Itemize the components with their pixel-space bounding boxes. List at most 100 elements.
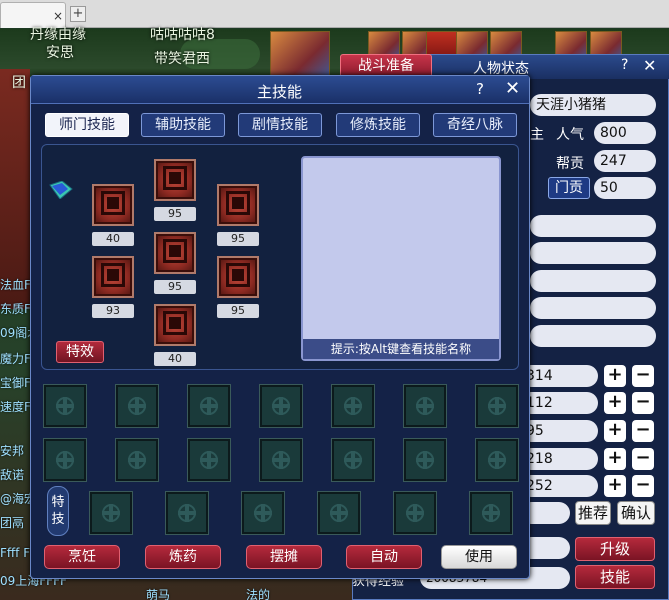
skill-slot[interactable] [115, 438, 159, 482]
tab-story-skills[interactable]: 剧情技能 [238, 113, 322, 137]
status-field [530, 325, 656, 347]
skill-icon[interactable] [92, 184, 134, 226]
skill-level: 95 [217, 304, 259, 318]
special-skill-slot[interactable] [469, 491, 513, 535]
contribution-value: 247 [594, 150, 656, 172]
skill-slot[interactable] [43, 438, 87, 482]
skill-icon[interactable] [92, 256, 134, 298]
attribute-plus-button[interactable]: + [604, 365, 626, 387]
status-field [530, 270, 656, 292]
tab-close-icon[interactable]: × [53, 9, 63, 23]
player-name-top: 团 [12, 75, 26, 91]
skill-slot[interactable] [115, 384, 159, 428]
special-skill-label: 特技 [47, 486, 69, 536]
player-name-top: 丹缘由缘 [30, 27, 86, 43]
skills-button[interactable]: 技能 [575, 565, 655, 589]
skill-icon[interactable] [154, 159, 196, 201]
main-skill-dialog: 主技能 ? ✕ 师门技能 辅助技能 剧情技能 修炼技能 奇经八脉 95 40 9… [30, 75, 530, 579]
special-skill-slot[interactable] [393, 491, 437, 535]
browser-tab-bar: × + [0, 0, 669, 28]
popularity-value: 800 [594, 122, 656, 144]
skill-icon[interactable] [217, 184, 259, 226]
skill-slot[interactable] [331, 438, 375, 482]
special-skill-slot[interactable] [241, 491, 285, 535]
skill-slot[interactable] [43, 384, 87, 428]
new-tab-button[interactable]: + [70, 6, 86, 22]
tab-meridians[interactable]: 奇经八脉 [433, 113, 517, 137]
skill-level: 40 [92, 232, 134, 246]
skill-description-box: 提示:按Alt键查看技能名称 [301, 156, 501, 361]
special-skill-slot[interactable] [317, 491, 361, 535]
dialog-title-bar[interactable]: 主技能 ? ✕ [31, 76, 529, 104]
gem-icon[interactable] [48, 181, 74, 199]
recommend-button[interactable]: 推荐 [575, 501, 611, 525]
close-icon[interactable]: ✕ [643, 56, 656, 75]
use-button[interactable]: 使用 [441, 545, 517, 569]
contribution-label: 帮贡 [556, 156, 584, 172]
scene-left-column [0, 69, 30, 309]
popularity-label: 人气 [556, 127, 584, 143]
attribute-minus-button[interactable]: − [632, 475, 654, 497]
help-icon[interactable]: ? [476, 80, 484, 98]
skill-hint-text: 提示:按Alt键查看技能名称 [303, 339, 499, 359]
character-name-field: 天涯小猪猪 [530, 94, 656, 116]
close-icon[interactable]: ✕ [505, 78, 520, 99]
skill-slot[interactable] [331, 384, 375, 428]
attribute-minus-button[interactable]: − [632, 365, 654, 387]
chat-text: 安邦 [0, 444, 25, 458]
skill-slot[interactable] [187, 438, 231, 482]
skill-slot[interactable] [259, 438, 303, 482]
stall-button[interactable]: 摆摊 [246, 545, 322, 569]
auto-button[interactable]: 自动 [346, 545, 422, 569]
tab-support-skills[interactable]: 辅助技能 [141, 113, 225, 137]
attribute-minus-button[interactable]: − [632, 448, 654, 470]
attribute-value: 252 [520, 475, 598, 497]
skill-level: 95 [154, 280, 196, 294]
skill-slot[interactable] [403, 384, 447, 428]
status-field [530, 297, 656, 319]
alchemy-button[interactable]: 炼药 [145, 545, 221, 569]
confirm-button[interactable]: 确认 [617, 501, 655, 525]
help-icon[interactable]: ? [621, 57, 628, 73]
player-name-top: 带笑君西 [154, 51, 210, 67]
sect-contribution-value: 50 [594, 177, 656, 199]
attribute-plus-button[interactable]: + [604, 448, 626, 470]
skill-slot[interactable] [475, 438, 519, 482]
chat-text: 速度F [0, 400, 31, 414]
chat-text: 法血F [0, 278, 31, 292]
skill-slot[interactable] [403, 438, 447, 482]
skill-slot[interactable] [187, 384, 231, 428]
tab-cultivation-skills[interactable]: 修炼技能 [336, 113, 420, 137]
skill-level: 40 [154, 352, 196, 366]
skill-slot[interactable] [475, 384, 519, 428]
player-name-top: 咕咕咕咕8 [150, 27, 215, 43]
attribute-minus-button[interactable]: − [632, 392, 654, 414]
attribute-value: 314 [520, 365, 598, 387]
effect-button[interactable]: 特效 [56, 341, 104, 363]
chat-text: 萌马 [146, 588, 171, 600]
tab-sect-skills[interactable]: 师门技能 [45, 113, 129, 137]
upgrade-button[interactable]: 升级 [575, 537, 655, 561]
chat-text: 魔力F [0, 352, 31, 366]
attribute-plus-button[interactable]: + [604, 392, 626, 414]
special-skill-slot[interactable] [89, 491, 133, 535]
chat-text: 团鬲 [0, 516, 25, 530]
attribute-plus-button[interactable]: + [604, 475, 626, 497]
dialog-title: 主技能 [257, 83, 303, 101]
special-skill-slot[interactable] [165, 491, 209, 535]
attribute-minus-button[interactable]: − [632, 420, 654, 442]
skill-icon[interactable] [217, 256, 259, 298]
skill-icon[interactable] [154, 304, 196, 346]
skill-level: 93 [92, 304, 134, 318]
chat-text: 东质F [0, 302, 31, 316]
cooking-button[interactable]: 烹饪 [44, 545, 120, 569]
skill-level: 95 [217, 232, 259, 246]
status-field [530, 215, 656, 237]
sect-contribution-button[interactable]: 门贡 [548, 177, 590, 199]
player-name-top: 安思 [46, 45, 74, 61]
skill-icon[interactable] [154, 232, 196, 274]
attribute-plus-button[interactable]: + [604, 420, 626, 442]
skill-level: 95 [154, 207, 196, 221]
chat-text: 敌诺 [0, 468, 25, 482]
skill-slot[interactable] [259, 384, 303, 428]
